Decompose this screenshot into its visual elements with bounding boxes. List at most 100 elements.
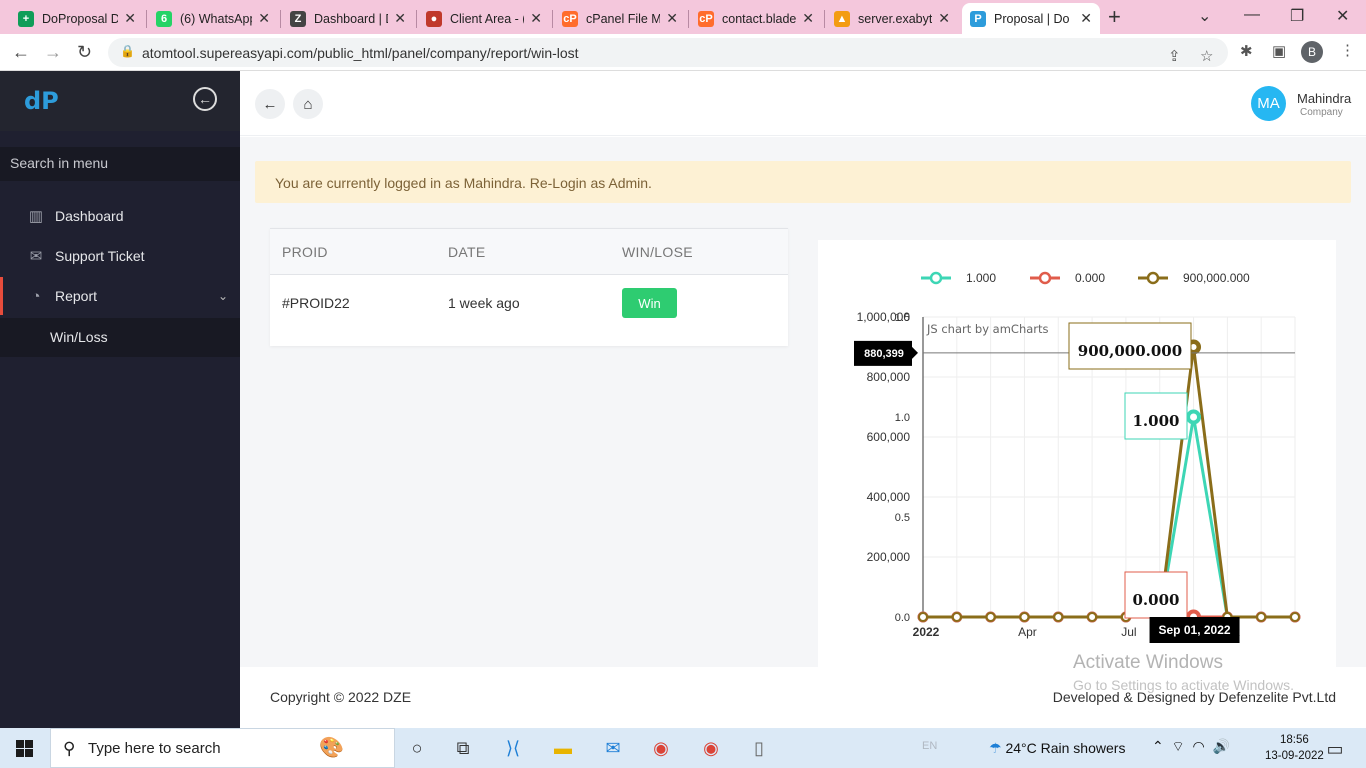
sidebar-item-label: Dashboard — [55, 208, 124, 224]
url-text[interactable]: atomtool.supereasyapi.com/public_html/pa… — [142, 45, 579, 61]
legend-marker-point — [1038, 271, 1052, 285]
wifi-icon[interactable]: ◠ — [1192, 738, 1204, 754]
bookmark-star-icon[interactable]: ☆ — [1200, 47, 1213, 65]
sidebar-item-report[interactable]: ◔ Report ⌄ — [0, 277, 240, 315]
page-header: ← ⌂ MA Mahindra Company — [240, 71, 1366, 136]
tooltip-text: 0.000 — [1133, 591, 1180, 609]
taskbar-search[interactable]: ⚲ 🎨 — [50, 728, 395, 768]
clock-date: 13-09-2022 — [1265, 750, 1324, 762]
cortana-icon[interactable]: ○ — [404, 735, 430, 761]
reload-icon[interactable]: ↻ — [77, 42, 92, 63]
maximize-button[interactable]: ❐ — [1290, 6, 1304, 26]
cell-proid: #PROID22 — [282, 295, 350, 311]
tab-title: (6) WhatsApp — [180, 11, 253, 26]
extensions-puzzle-icon[interactable]: ✱ — [1240, 42, 1253, 60]
weather-widget[interactable]: ☂ 24°C Rain showers — [989, 740, 1125, 757]
z-icon: Z — [290, 10, 306, 27]
taskbar: ⚲ 🎨 ○ ⧉ ⟩⟨ ▬ ✉ ◉ ◉ ▯ EN ☂ 24°C Rain show… — [0, 728, 1366, 768]
close-tab-icon[interactable]: ✕ — [1080, 10, 1092, 27]
tab-separator — [552, 10, 553, 28]
y-tick-label-outer: 800,000 — [867, 370, 911, 384]
back-button[interactable]: ← — [255, 89, 285, 119]
profile-avatar[interactable]: B — [1301, 41, 1323, 63]
cursor-x-label: Sep 01, 2022 — [1159, 623, 1231, 637]
speaker-icon[interactable]: 🔊 — [1212, 738, 1229, 754]
series-line — [923, 415, 1295, 619]
close-tab-icon[interactable]: ✕ — [938, 10, 950, 27]
cpanel-icon: cP — [698, 10, 714, 27]
brand-logo[interactable]: dP — [24, 87, 59, 115]
activate-windows-title: Activate Windows — [1073, 652, 1223, 673]
tab-separator — [280, 10, 281, 28]
clock-time: 18:56 — [1280, 734, 1309, 746]
back-arrow-icon[interactable]: ← — [12, 42, 30, 63]
sidebar-item-label: Report — [55, 288, 98, 304]
user-role: Company — [1300, 107, 1343, 118]
browser-menu-icon[interactable]: ⋮ — [1340, 41, 1355, 59]
browser-tab[interactable]: ▲ server.exabyt ✕ — [826, 3, 958, 34]
browser-tab[interactable]: + DoProposal D ✕ — [10, 3, 144, 34]
notification-icon[interactable]: ▭ — [1322, 736, 1348, 762]
y-tick-label-inner: 1.5 — [895, 312, 910, 324]
close-tab-icon[interactable]: ✕ — [394, 10, 406, 27]
tab-search-icon[interactable]: ⌄ — [1198, 6, 1211, 26]
weather-text: 24°C Rain showers — [1005, 740, 1126, 756]
close-tab-icon[interactable]: ✕ — [258, 10, 270, 27]
close-tab-icon[interactable]: ✕ — [802, 10, 814, 27]
browser-tab[interactable]: ● Client Area - (✕ — [418, 3, 550, 34]
browser-tab[interactable]: P Proposal | Do ✕ — [962, 3, 1100, 34]
forward-arrow-icon[interactable]: → — [44, 42, 62, 63]
series-point — [1188, 411, 1200, 423]
series-point — [1019, 612, 1030, 622]
new-tab-button[interactable]: + — [1108, 4, 1121, 30]
sidebar-item-support-ticket[interactable]: ✉ Support Ticket — [0, 237, 240, 275]
system-tray[interactable]: ⌃ ⌔ ◠ 🔊 — [1152, 738, 1230, 756]
series-point — [918, 612, 928, 622]
windows-start-icon[interactable] — [16, 740, 33, 757]
chevron-up-icon[interactable]: ⌃ — [1152, 738, 1164, 754]
whatsapp-icon: 6 — [156, 10, 172, 27]
menu-search-input[interactable] — [10, 155, 230, 171]
chevron-down-icon: ⌄ — [217, 289, 228, 303]
proposal-icon: P — [970, 10, 986, 27]
close-tab-icon[interactable]: ✕ — [530, 10, 542, 27]
file-icon[interactable]: ▯ — [746, 735, 772, 761]
browser-tab[interactable]: cP cPanel File M ✕ — [554, 3, 686, 34]
close-tab-icon[interactable]: ✕ — [124, 10, 136, 27]
browser-tab[interactable]: Z Dashboard | D ✕ — [282, 3, 414, 34]
legend-marker-point — [1146, 271, 1160, 285]
sidebar-item-dashboard[interactable]: ▥ Dashboard — [0, 197, 240, 235]
home-icon[interactable]: ⌂ — [293, 89, 323, 119]
close-tab-icon[interactable]: ✕ — [666, 10, 678, 27]
side-panel-icon[interactable]: ▣ — [1272, 42, 1286, 60]
cursor-y-pointer — [912, 346, 918, 359]
task-view-icon[interactable]: ⧉ — [450, 735, 476, 761]
copyright-text: Copyright © 2022 DZE — [270, 689, 412, 705]
sidebar-subitem-win-loss[interactable]: Win/Loss — [0, 318, 240, 357]
browser-tab[interactable]: 6 (6) WhatsApp ✕ — [148, 3, 278, 34]
share-icon[interactable]: ⇪ — [1168, 47, 1181, 65]
tab-title: DoProposal D — [42, 11, 119, 26]
lock-icon[interactable]: 🔒 — [120, 44, 135, 58]
user-avatar[interactable]: MA — [1251, 86, 1286, 121]
tab-separator — [416, 10, 417, 28]
minimize-button[interactable]: — — [1244, 6, 1260, 24]
browser-tab[interactable]: cP contact.blade ✕ — [690, 3, 822, 34]
chrome-profile-icon[interactable]: ◉ — [698, 735, 724, 761]
table-header: PROID DATE WIN/LOSE — [270, 228, 788, 275]
user-name[interactable]: Mahindra — [1297, 91, 1351, 106]
collapse-sidebar-icon[interactable]: ← — [193, 87, 217, 111]
search-highlight-icon[interactable]: 🎨 — [319, 735, 344, 760]
network-icon[interactable]: ⌔ — [1172, 738, 1185, 754]
taskbar-search-input[interactable] — [88, 740, 308, 757]
tab-separator — [688, 10, 689, 28]
omnibox[interactable]: 🔒 atomtool.supereasyapi.com/public_html/… — [108, 38, 1228, 67]
language-indicator[interactable]: EN — [922, 740, 937, 752]
clock[interactable]: 18:56 13-09-2022 — [1265, 732, 1324, 764]
mail-icon[interactable]: ✉ — [600, 735, 626, 761]
chrome-icon[interactable]: ◉ — [648, 735, 674, 761]
file-explorer-icon[interactable]: ▬ — [550, 735, 576, 761]
close-window-button[interactable]: ✕ — [1336, 6, 1349, 26]
vscode-icon[interactable]: ⟩⟨ — [500, 735, 526, 761]
legend-label: 1.000 — [966, 271, 996, 285]
